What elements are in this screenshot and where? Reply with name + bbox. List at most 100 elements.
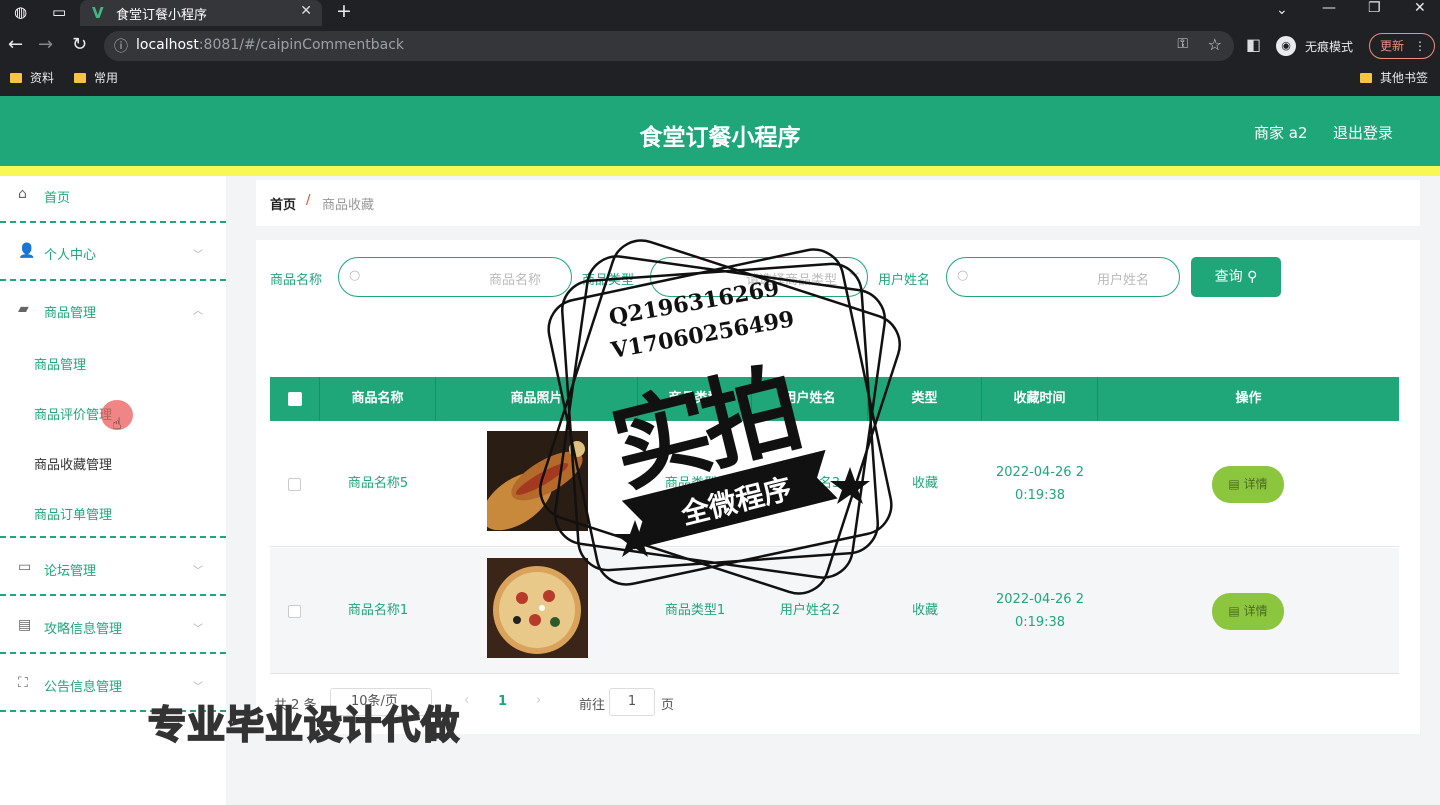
update-button[interactable]: 更新 ⋮ [1369, 33, 1435, 59]
query-button[interactable]: 查询 ⚲ [1191, 257, 1281, 297]
submenu-goods[interactable]: 商品管理 [34, 354, 86, 373]
select-all-checkbox[interactable] [288, 392, 302, 406]
url-text[interactable]: localhost:8081/#/caipinCommentback [136, 37, 404, 53]
sidebar-item-guide[interactable]: ▤ 攻略信息管理 ﹀ [0, 608, 226, 664]
new-tab-icon[interactable]: + [336, 0, 352, 22]
table-header: 商品名称 商品照片 商品类型 用户姓名 类型 收藏时间 操作 [270, 377, 1399, 421]
sidebar-item-home[interactable]: ⌂ 首页 [0, 176, 226, 232]
briefcase-icon: ▰ [18, 301, 29, 317]
document-icon: ▤ [1228, 477, 1240, 491]
main-content: 商品名称 ○ 商品名称 商品类型 请选择商品类型 ﹀ 用户姓名 ○ 用户姓名 查… [256, 240, 1420, 734]
sidebar-item-forum[interactable]: ▭ 论坛管理 ﹀ [0, 550, 226, 606]
cell-goods-type: 商品类型3 [664, 476, 726, 491]
maximize-icon[interactable]: ❐ [1368, 0, 1381, 16]
folder-icon [74, 73, 86, 83]
bookmark-star-icon[interactable]: ☆ [1208, 35, 1222, 54]
detail-button[interactable]: ▤ 详情 [1212, 466, 1284, 503]
breadcrumb-separator: / [306, 193, 311, 208]
incognito-label[interactable]: 无痕模式 [1305, 38, 1353, 55]
menu-dots-icon[interactable]: ⋮ [1414, 34, 1426, 58]
back-icon[interactable]: ← [8, 34, 23, 55]
site-info-icon[interactable]: ⓘ [114, 36, 128, 56]
row-checkbox[interactable] [288, 605, 301, 618]
filter-type-label: 商品类型 [582, 273, 635, 288]
cell-goods-type: 商品类型1 [664, 603, 726, 618]
goto-label: 前往 [579, 698, 606, 713]
submenu-goods-order[interactable]: 商品订单管理 [34, 504, 112, 523]
filter-name-label: 商品名称 [270, 273, 323, 288]
submenu-goods-favorite[interactable]: 商品收藏管理 [34, 454, 112, 473]
user-icon: 👤 [18, 243, 36, 259]
goods-photo [487, 431, 588, 531]
page-number[interactable]: 1 [498, 694, 507, 709]
forward-icon[interactable]: → [38, 34, 53, 55]
breadcrumb-current: 商品收藏 [322, 198, 375, 213]
chevron-down-icon: ﹀ [193, 566, 203, 577]
goods-photo [487, 558, 588, 658]
bookmark-folder[interactable]: 资料 [10, 69, 54, 86]
cell-user-name: 用户姓名2 [779, 603, 841, 618]
hand-cursor-icon: ☝ [112, 414, 122, 433]
divider [0, 536, 226, 538]
tab-title: 食堂订餐小程序 [116, 8, 208, 23]
type-select[interactable]: 请选择商品类型 ﹀ [650, 257, 868, 297]
home-icon: ⌂ [18, 186, 27, 202]
user-search-input[interactable]: ○ 用户姓名 [946, 257, 1180, 297]
document-icon: ▤ [1228, 604, 1240, 618]
tab-search-icon[interactable]: ⌄ [1276, 2, 1288, 18]
bookmark-folder[interactable]: 常用 [74, 69, 118, 86]
row-checkbox[interactable] [288, 478, 301, 491]
search-icon: ○ [957, 268, 969, 283]
other-bookmarks[interactable]: 其他书签 [1360, 69, 1428, 86]
app-header: 食堂订餐小程序 商家 a2 退出登录 [0, 96, 1440, 166]
cell-favorite-time: 2022-04-26 2 0:19:38 [996, 592, 1084, 630]
table-row: 商品名称5 商品类型3 用户姓名3 收藏 2022-04-26 2 0:19:38… [270, 421, 1399, 547]
cell-goods-name: 商品名称5 [347, 476, 409, 491]
reload-icon[interactable]: ↻ [72, 34, 87, 55]
sidebar-item-profile[interactable]: 👤 个人中心 ﹀ [0, 234, 226, 290]
column-header: 商品类型 [638, 377, 752, 421]
select-all-cell [270, 377, 320, 421]
header-accent-bar [0, 166, 1440, 176]
minimize-icon[interactable]: — [1322, 0, 1336, 16]
divider [0, 652, 226, 654]
tab-list-icon[interactable]: ▭ [52, 3, 66, 21]
detail-button[interactable]: ▤ 详情 [1212, 593, 1284, 630]
column-header: 用户姓名 [752, 377, 868, 421]
side-panel-icon[interactable]: ◧ [1246, 35, 1261, 54]
globe-icon[interactable]: ◍ [14, 3, 27, 21]
incognito-icon[interactable]: ◉ [1276, 36, 1296, 56]
name-search-input[interactable]: ○ 商品名称 [338, 257, 572, 297]
cell-kind: 收藏 [911, 476, 938, 491]
folder-icon [1360, 73, 1372, 83]
column-header: 收藏时间 [982, 377, 1098, 421]
prev-page-icon[interactable]: ‹ [464, 693, 469, 708]
frame-icon: ⛶ [18, 675, 28, 691]
search-icon: ⚲ [1247, 269, 1258, 285]
cell-kind: 收藏 [911, 603, 938, 618]
breadcrumb-home[interactable]: 首页 [270, 194, 296, 213]
nav-bar: ← → ↻ ⓘ localhost:8081/#/caipinCommentba… [0, 30, 1440, 62]
cell-goods-name: 商品名称1 [347, 603, 409, 618]
divider [0, 221, 226, 223]
vue-logo-icon: V [92, 4, 104, 22]
next-page-icon[interactable]: › [536, 693, 541, 708]
goto-page-input[interactable]: 1 [609, 688, 655, 716]
close-icon[interactable]: ✕ [300, 3, 312, 19]
page-suffix: 页 [661, 698, 675, 713]
key-icon[interactable]: ⚿ [1177, 36, 1188, 52]
column-header: 商品照片 [436, 377, 638, 421]
browser-chrome: ◍ ▭ V 食堂订餐小程序 ✕ + ⌄ — ❐ ✕ ← → ↻ ⓘ localh… [0, 0, 1440, 96]
address-bar[interactable]: ⓘ localhost:8081/#/caipinCommentback ⚿ ☆ [104, 31, 1234, 61]
tab-bar: ◍ ▭ V 食堂订餐小程序 ✕ + ⌄ — ❐ ✕ [0, 0, 1440, 26]
divider [0, 594, 226, 596]
browser-tab[interactable]: V 食堂订餐小程序 ✕ [80, 0, 322, 26]
window-close-icon[interactable]: ✕ [1414, 0, 1426, 16]
sidebar-item-goods[interactable]: ▰ 商品管理 ︿ [0, 292, 226, 348]
breadcrumb: 首页 / 商品收藏 [256, 180, 1420, 226]
chevron-down-icon: ﹀ [193, 624, 203, 635]
chevron-up-icon: ︿ [193, 306, 203, 317]
logout-link[interactable]: 退出登录 [1333, 122, 1393, 143]
chevron-down-icon: ﹀ [193, 682, 203, 693]
watermark-bottom: 专业毕业设计代做 [147, 702, 461, 748]
